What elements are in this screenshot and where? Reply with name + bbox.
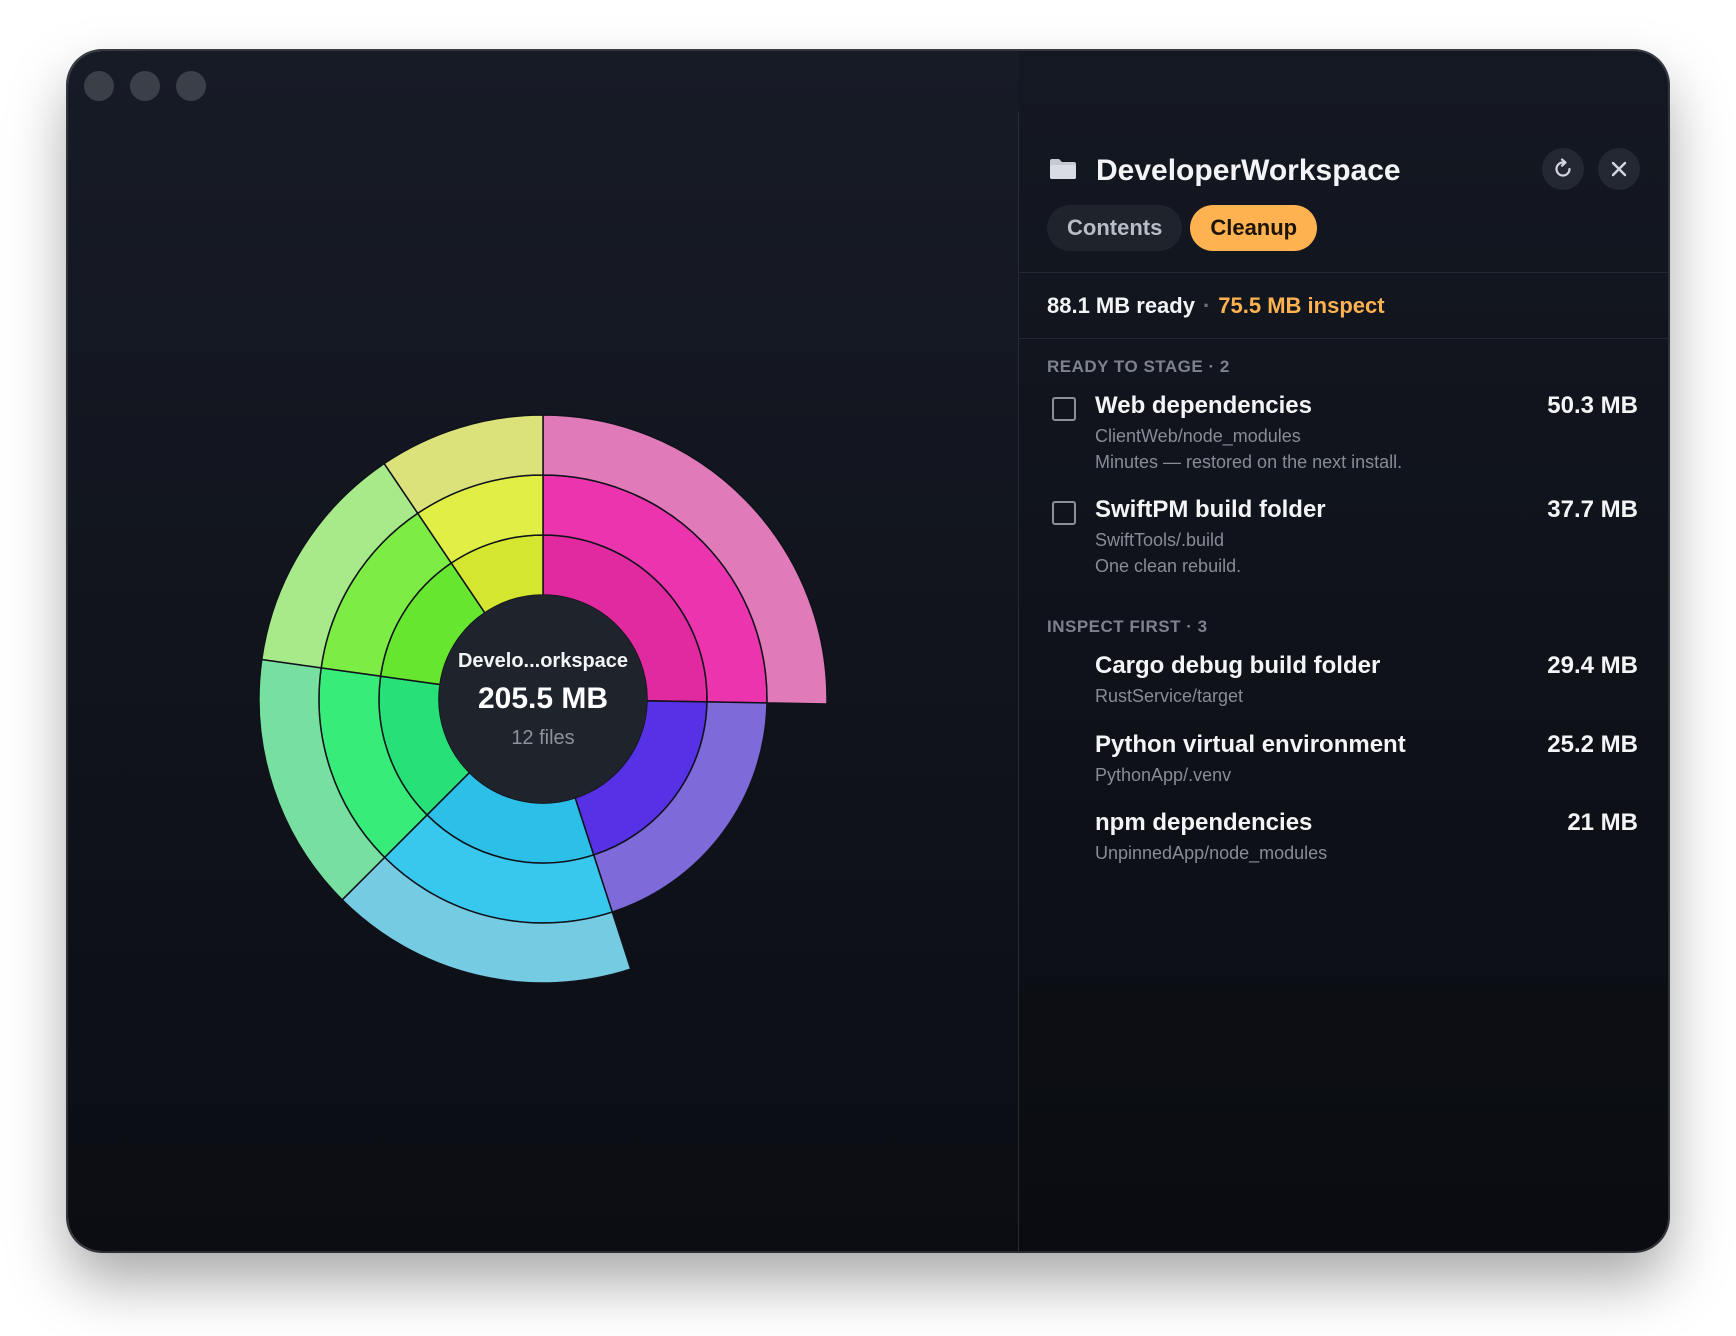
item-size: 21 MB [1567, 809, 1638, 836]
cleanup-item-web-dependencies[interactable]: Web dependencies 50.3 MB ClientWeb/node_… [1047, 389, 1638, 479]
section-ready-to-stage: READY TO STAGE · 2 [1047, 357, 1230, 376]
chart-pane: Develo...orkspace 205.5 MB 12 files [68, 51, 1018, 1251]
item-title: Web dependencies [1095, 392, 1312, 419]
panel-tabs: Contents Cleanup [1047, 205, 1318, 251]
panel-header: DeveloperWorkspace [1049, 146, 1648, 196]
cleanup-item-python-venv[interactable]: Python virtual environment 25.2 MB Pytho… [1047, 728, 1638, 792]
summary-separator: · [1202, 293, 1211, 318]
item-title: npm dependencies [1095, 809, 1313, 836]
tab-cleanup[interactable]: Cleanup [1190, 205, 1318, 251]
divider [1019, 272, 1668, 273]
tab-contents[interactable]: Contents [1047, 205, 1183, 251]
cleanup-item-swiftpm-build[interactable]: SwiftPM build folder 37.7 MB SwiftTools/… [1047, 493, 1638, 583]
sunburst-chart[interactable]: Develo...orkspace 205.5 MB 12 files [68, 51, 1018, 1251]
stage-checkbox[interactable] [1052, 501, 1076, 525]
close-panel-button[interactable] [1598, 148, 1640, 190]
item-title: Python virtual environment [1095, 731, 1406, 758]
item-path: PythonApp/.venv [1095, 765, 1232, 785]
details-panel: DeveloperWorkspace Contents Cleanup 88.1… [1019, 51, 1668, 1251]
cleanup-item-cargo-debug[interactable]: Cargo debug build folder 29.4 MB RustSer… [1047, 649, 1638, 713]
item-path: RustService/target [1095, 686, 1244, 706]
item-title: Cargo debug build folder [1095, 652, 1381, 679]
item-size: 29.4 MB [1547, 652, 1638, 679]
center-folder-name: Develo...orkspace [458, 650, 628, 672]
folder-icon [1050, 159, 1076, 179]
center-file-count: 12 files [511, 727, 574, 749]
item-path: UnpinnedApp/node_modules [1095, 843, 1328, 863]
inspect-total: 75.5 MB inspect [1218, 293, 1385, 318]
item-path: ClientWeb/node_modules [1095, 426, 1301, 446]
item-note: One clean rebuild. [1095, 556, 1242, 576]
ready-total: 88.1 MB ready [1047, 293, 1195, 318]
item-size: 37.7 MB [1547, 496, 1638, 523]
item-path: SwiftTools/.build [1095, 530, 1225, 550]
item-note: Minutes — restored on the next install. [1095, 452, 1403, 472]
item-size: 50.3 MB [1547, 392, 1638, 419]
section-inspect-first: INSPECT FIRST · 3 [1047, 617, 1208, 636]
item-size: 25.2 MB [1547, 731, 1638, 758]
stage-checkbox[interactable] [1052, 397, 1076, 421]
cleanup-item-npm-dependencies[interactable]: npm dependencies 21 MB UnpinnedApp/node_… [1047, 806, 1638, 870]
item-title: SwiftPM build folder [1095, 496, 1326, 523]
refresh-icon [1555, 158, 1571, 177]
app-window: Develo...orkspace 205.5 MB 12 files Deve… [68, 51, 1668, 1251]
center-total-size: 205.5 MB [478, 682, 608, 715]
divider [1019, 338, 1668, 339]
refresh-button[interactable] [1542, 148, 1584, 190]
close-icon [1611, 161, 1627, 177]
panel-title: DeveloperWorkspace [1096, 154, 1401, 187]
cleanup-summary: 88.1 MB ready · 75.5 MB inspect [1047, 291, 1385, 321]
